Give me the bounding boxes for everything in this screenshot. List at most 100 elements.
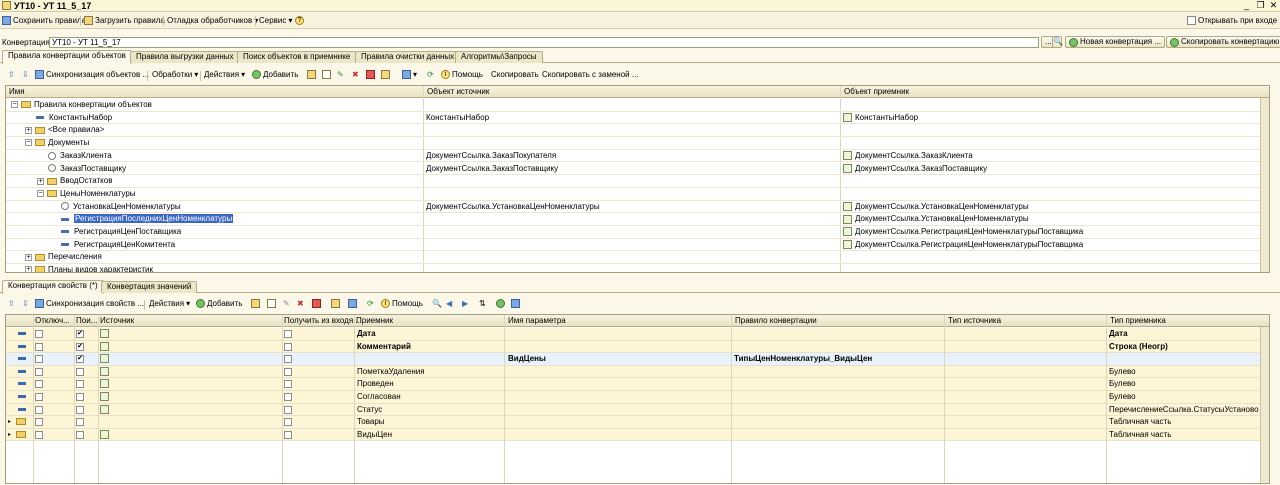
tree-row[interactable]: − Документы: [6, 137, 1269, 150]
add-folder-button[interactable]: [307, 70, 316, 79]
col-get-incoming[interactable]: Получить из входя...: [284, 316, 360, 325]
col-conversion-rule[interactable]: Правило конвертации: [735, 316, 817, 325]
nav-right-button[interactable]: ▶: [462, 299, 468, 308]
move-down-button[interactable]: ⇩: [22, 299, 29, 308]
tab-object-conversion-rules[interactable]: Правила конвертации объектов: [2, 50, 132, 64]
copy-conversion-button[interactable]: Скопировать конвертацию: [1166, 36, 1280, 48]
get-incoming-checkbox[interactable]: [284, 380, 292, 389]
col-target-type[interactable]: Тип приемника: [1110, 316, 1166, 325]
search-checkbox[interactable]: [76, 380, 84, 389]
new-conversion-button[interactable]: Новая конвертация ...: [1065, 36, 1166, 48]
search-icon[interactable]: 🔍: [1052, 36, 1063, 48]
tab-value-conversion[interactable]: Конвертация значений: [101, 281, 198, 293]
collapse-icon[interactable]: −: [37, 190, 44, 198]
search-checkbox[interactable]: ✔: [76, 330, 84, 338]
disable-checkbox[interactable]: [35, 367, 43, 376]
debug-handlers-menu[interactable]: Отладка обработчиков ▾: [167, 16, 258, 25]
search-checkbox[interactable]: [76, 405, 84, 414]
copy-property-button[interactable]: [267, 299, 276, 308]
property-row[interactable]: ✔ Дата Дата: [6, 328, 1269, 341]
refresh-button[interactable]: ⟳: [427, 70, 434, 79]
handlers-menu[interactable]: Обработки ▾: [152, 70, 198, 79]
copy-row-button[interactable]: [322, 70, 331, 79]
property-row[interactable]: Проведен Булево: [6, 378, 1269, 391]
tree-row[interactable]: + <Все правила>: [6, 124, 1269, 138]
tree-row[interactable]: РегистрацияЦенПоставщика ДокументСсылка.Р…: [6, 226, 1269, 239]
expand-icon[interactable]: ▸: [8, 418, 11, 425]
hierarchy-button[interactable]: [331, 299, 340, 308]
property-row[interactable]: Согласован Булево: [6, 391, 1269, 404]
open-on-start-checkbox[interactable]: Открывать при входе: [1187, 16, 1277, 25]
delete-property-button[interactable]: ✖: [297, 299, 304, 308]
tab-algorithms-queries[interactable]: Алгоритмы\Запросы: [455, 51, 543, 63]
tree-row[interactable]: + ВводОстатков: [6, 175, 1269, 188]
search-checkbox[interactable]: [76, 430, 84, 439]
nav-left-button[interactable]: ◀: [446, 299, 452, 308]
tab-data-export-rules[interactable]: Правила выгрузки данных: [130, 51, 240, 63]
get-incoming-checkbox[interactable]: [284, 405, 292, 414]
tree-row[interactable]: − Правила конвертации объектов: [6, 99, 1269, 112]
get-incoming-checkbox[interactable]: [284, 430, 292, 439]
mark-delete-button[interactable]: [312, 299, 321, 308]
close-icon[interactable]: ✕: [1267, 0, 1280, 11]
col-source-type[interactable]: Тип источника: [948, 316, 1001, 325]
search-checkbox[interactable]: ✔: [76, 342, 84, 351]
add-group-button[interactable]: [251, 299, 260, 308]
tab-data-cleanup-rules[interactable]: Правила очистки данных: [355, 51, 461, 63]
disable-checkbox[interactable]: [35, 405, 43, 414]
disable-checkbox[interactable]: [35, 330, 43, 338]
get-incoming-checkbox[interactable]: [284, 393, 292, 401]
col-param-name[interactable]: Имя параметра: [508, 316, 566, 325]
delete-button[interactable]: ✖: [352, 70, 359, 79]
tree-row[interactable]: КонстантыНабор КонстантыНабор КонстантыНаб…: [6, 112, 1269, 125]
sort-button[interactable]: ⇅: [479, 299, 486, 308]
tree-row[interactable]: − ЦеныНоменклатуры: [6, 188, 1269, 201]
move-up-button[interactable]: ⇧: [8, 299, 15, 308]
col-name[interactable]: Имя: [9, 87, 25, 96]
sync-properties-button[interactable]: Синхронизация свойств ...: [35, 299, 144, 308]
group-button[interactable]: [348, 299, 357, 308]
get-incoming-checkbox[interactable]: [284, 418, 292, 427]
mark-delete-button[interactable]: [366, 70, 375, 79]
property-row[interactable]: ПометкаУдаления Булево: [6, 365, 1269, 379]
collapse-icon[interactable]: −: [25, 139, 32, 147]
search-checkbox[interactable]: [76, 418, 84, 427]
disable-checkbox[interactable]: [35, 380, 43, 389]
tree-scrollbar[interactable]: [1260, 98, 1269, 272]
tree-row[interactable]: ЗаказПоставщику ДокументСсылка.ЗаказПоста…: [6, 163, 1269, 176]
tab-property-conversion[interactable]: Конвертация свойств (*): [2, 280, 104, 294]
tab-object-search[interactable]: Поиск объектов в приемнике: [237, 51, 357, 63]
disable-checkbox[interactable]: [35, 355, 43, 364]
collapse-icon[interactable]: −: [11, 101, 18, 109]
col-search[interactable]: Пои...: [76, 316, 97, 325]
restore-icon[interactable]: ❐: [1254, 0, 1267, 11]
col-target[interactable]: Приемник: [356, 316, 393, 325]
actions-menu[interactable]: Действия ▾: [204, 70, 245, 79]
disable-checkbox[interactable]: [35, 342, 43, 351]
add-button[interactable]: Добавить: [252, 70, 298, 79]
col-source[interactable]: Объект источник: [427, 87, 489, 96]
service-menu[interactable]: Сервис ▾: [259, 16, 292, 25]
help-button[interactable]: i Помощь: [381, 299, 423, 308]
move-down-button[interactable]: ⇩: [22, 70, 29, 79]
edit-button[interactable]: ✎: [337, 70, 344, 79]
col-disable[interactable]: Отключ...: [35, 316, 70, 325]
tree-row[interactable]: УстановкаЦенНоменклатуры ДокументСсылка.У…: [6, 201, 1269, 214]
tree-row[interactable]: РегистрацияПоследнихЦенНоменклатуры Докум…: [6, 213, 1269, 226]
help-question-button[interactable]: ?: [295, 16, 304, 25]
hierarchy-button[interactable]: [381, 70, 390, 79]
search-checkbox[interactable]: ✔: [76, 355, 84, 364]
load-rules-button[interactable]: Загрузить правила: [84, 16, 165, 25]
sync-objects-button[interactable]: Синхронизация объектов ...: [35, 70, 149, 79]
property-row[interactable]: ▸ Товары Табличная часть: [6, 416, 1269, 429]
actions-menu[interactable]: Действия ▾: [149, 299, 190, 308]
get-incoming-checkbox[interactable]: [284, 367, 292, 376]
edit-property-button[interactable]: ✎: [283, 299, 290, 308]
move-up-button[interactable]: ⇧: [8, 70, 15, 79]
get-incoming-checkbox[interactable]: [284, 355, 292, 364]
props-scrollbar[interactable]: [1260, 327, 1269, 483]
add-property-button[interactable]: Добавить: [196, 299, 242, 308]
property-row[interactable]: ✔ Комментарий Строка (Неогр): [6, 340, 1269, 354]
move-to-group-button[interactable]: ▾: [402, 70, 417, 79]
property-row[interactable]: ▸ ВидыЦен Табличная часть: [6, 428, 1269, 442]
